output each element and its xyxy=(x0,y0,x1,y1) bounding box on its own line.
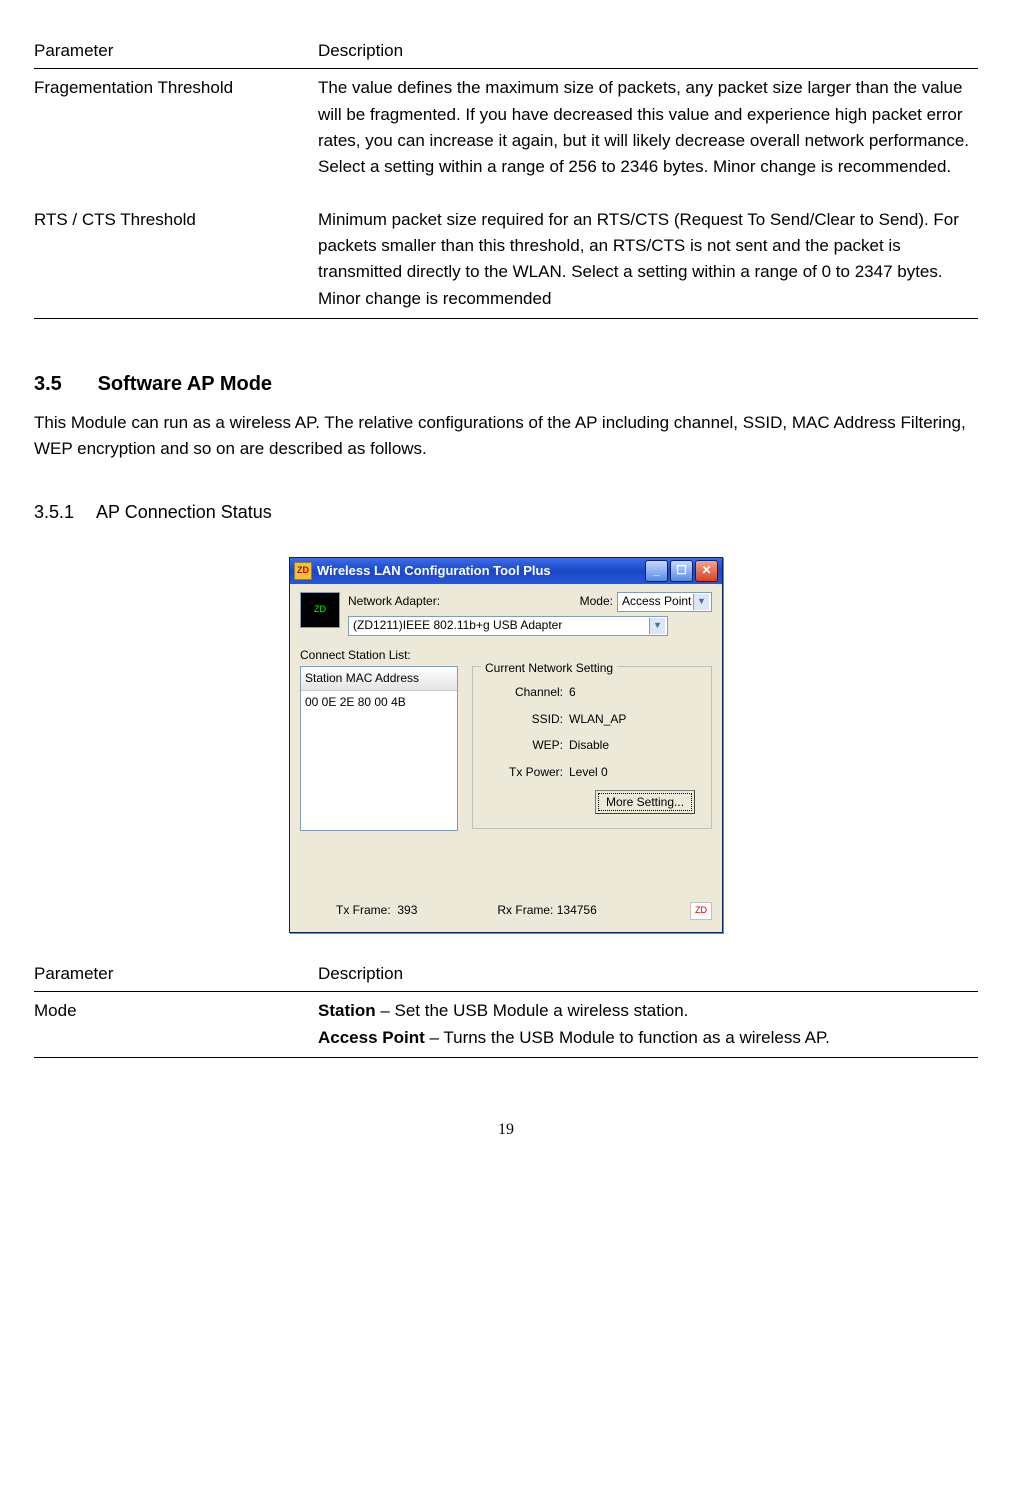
mode-label: Mode: xyxy=(580,592,613,611)
channel-label: Channel: xyxy=(483,683,563,702)
current-network-setting-group: Current Network Setting Channel:6 SSID:W… xyxy=(472,666,712,829)
zd-corner-icon: ZD xyxy=(690,902,712,920)
table-row: Fragementation Threshold The value defin… xyxy=(34,69,978,201)
desc-cell: Station – Set the USB Module a wireless … xyxy=(318,992,978,1058)
wep-value: Disable xyxy=(569,736,609,755)
txframe-value: 393 xyxy=(397,903,417,917)
station-list-item[interactable]: 00 0E 2E 80 00 4B xyxy=(301,691,457,714)
wep-label: WEP: xyxy=(483,736,563,755)
window-titlebar: ZD Wireless LAN Configuration Tool Plus … xyxy=(290,558,722,584)
close-button[interactable]: ✕ xyxy=(695,560,718,582)
section-title: Software AP Mode xyxy=(98,373,272,395)
table-header-description: Description xyxy=(318,34,978,69)
subsection-title: AP Connection Status xyxy=(96,502,272,522)
desc-cell: Minimum packet size required for an RTS/… xyxy=(318,201,978,319)
groupbox-title: Current Network Setting xyxy=(481,659,617,678)
desc-cell: The value defines the maximum size of pa… xyxy=(318,69,978,201)
network-adapter-label: Network Adapter: xyxy=(348,592,440,611)
zd-logo-icon: ZD xyxy=(300,592,340,628)
window-title: Wireless LAN Configuration Tool Plus xyxy=(317,561,551,581)
more-setting-button[interactable]: More Setting... xyxy=(595,790,695,815)
parameter-table-bottom: Parameter Description Mode Station – Set… xyxy=(34,957,978,1058)
table-header-parameter: Parameter xyxy=(34,957,318,992)
page-number: 19 xyxy=(34,1118,978,1143)
station-list[interactable]: Station MAC Address 00 0E 2E 80 00 4B xyxy=(300,666,458,831)
rxframe-value: 134756 xyxy=(557,903,597,917)
station-list-header: Station MAC Address xyxy=(301,667,457,691)
param-cell: Mode xyxy=(34,992,318,1058)
app-window: ZD Wireless LAN Configuration Tool Plus … xyxy=(289,557,723,933)
table-row: Mode Station – Set the USB Module a wire… xyxy=(34,992,978,1058)
txpower-label: Tx Power: xyxy=(483,763,563,782)
parameter-table-top: Parameter Description Fragementation Thr… xyxy=(34,34,978,319)
ssid-value: WLAN_AP xyxy=(569,710,626,729)
txpower-value: Level 0 xyxy=(569,763,608,782)
subsection-heading: 3.5.1 AP Connection Status xyxy=(34,499,978,527)
channel-value: 6 xyxy=(569,683,576,702)
adapter-select[interactable]: (ZD1211)IEEE 802.11b+g USB Adapter xyxy=(348,616,668,636)
table-header-parameter: Parameter xyxy=(34,34,318,69)
subsection-number: 3.5.1 xyxy=(34,499,92,527)
txframe-label: Tx Frame: xyxy=(336,903,391,917)
rxframe-label: Rx Frame: xyxy=(497,903,553,917)
section-intro: This Module can run as a wireless AP. Th… xyxy=(34,410,978,463)
mode-select[interactable]: Access Point xyxy=(617,592,712,612)
param-cell: RTS / CTS Threshold xyxy=(34,201,318,319)
mode-station-bold: Station xyxy=(318,1001,376,1020)
table-row: RTS / CTS Threshold Minimum packet size … xyxy=(34,201,978,319)
maximize-button[interactable]: ☐ xyxy=(670,560,693,582)
table-header-description: Description xyxy=(318,957,978,992)
ssid-label: SSID: xyxy=(483,710,563,729)
mode-ap-text: – Turns the USB Module to function as a … xyxy=(425,1028,830,1047)
minimize-button[interactable]: _ xyxy=(645,560,668,582)
mode-station-text: – Set the USB Module a wireless station. xyxy=(376,1001,689,1020)
mode-ap-bold: Access Point xyxy=(318,1028,425,1047)
section-heading: 3.5 Software AP Mode xyxy=(34,369,978,400)
param-cell: Fragementation Threshold xyxy=(34,69,318,201)
section-number: 3.5 xyxy=(34,369,92,400)
app-icon: ZD xyxy=(294,562,312,580)
